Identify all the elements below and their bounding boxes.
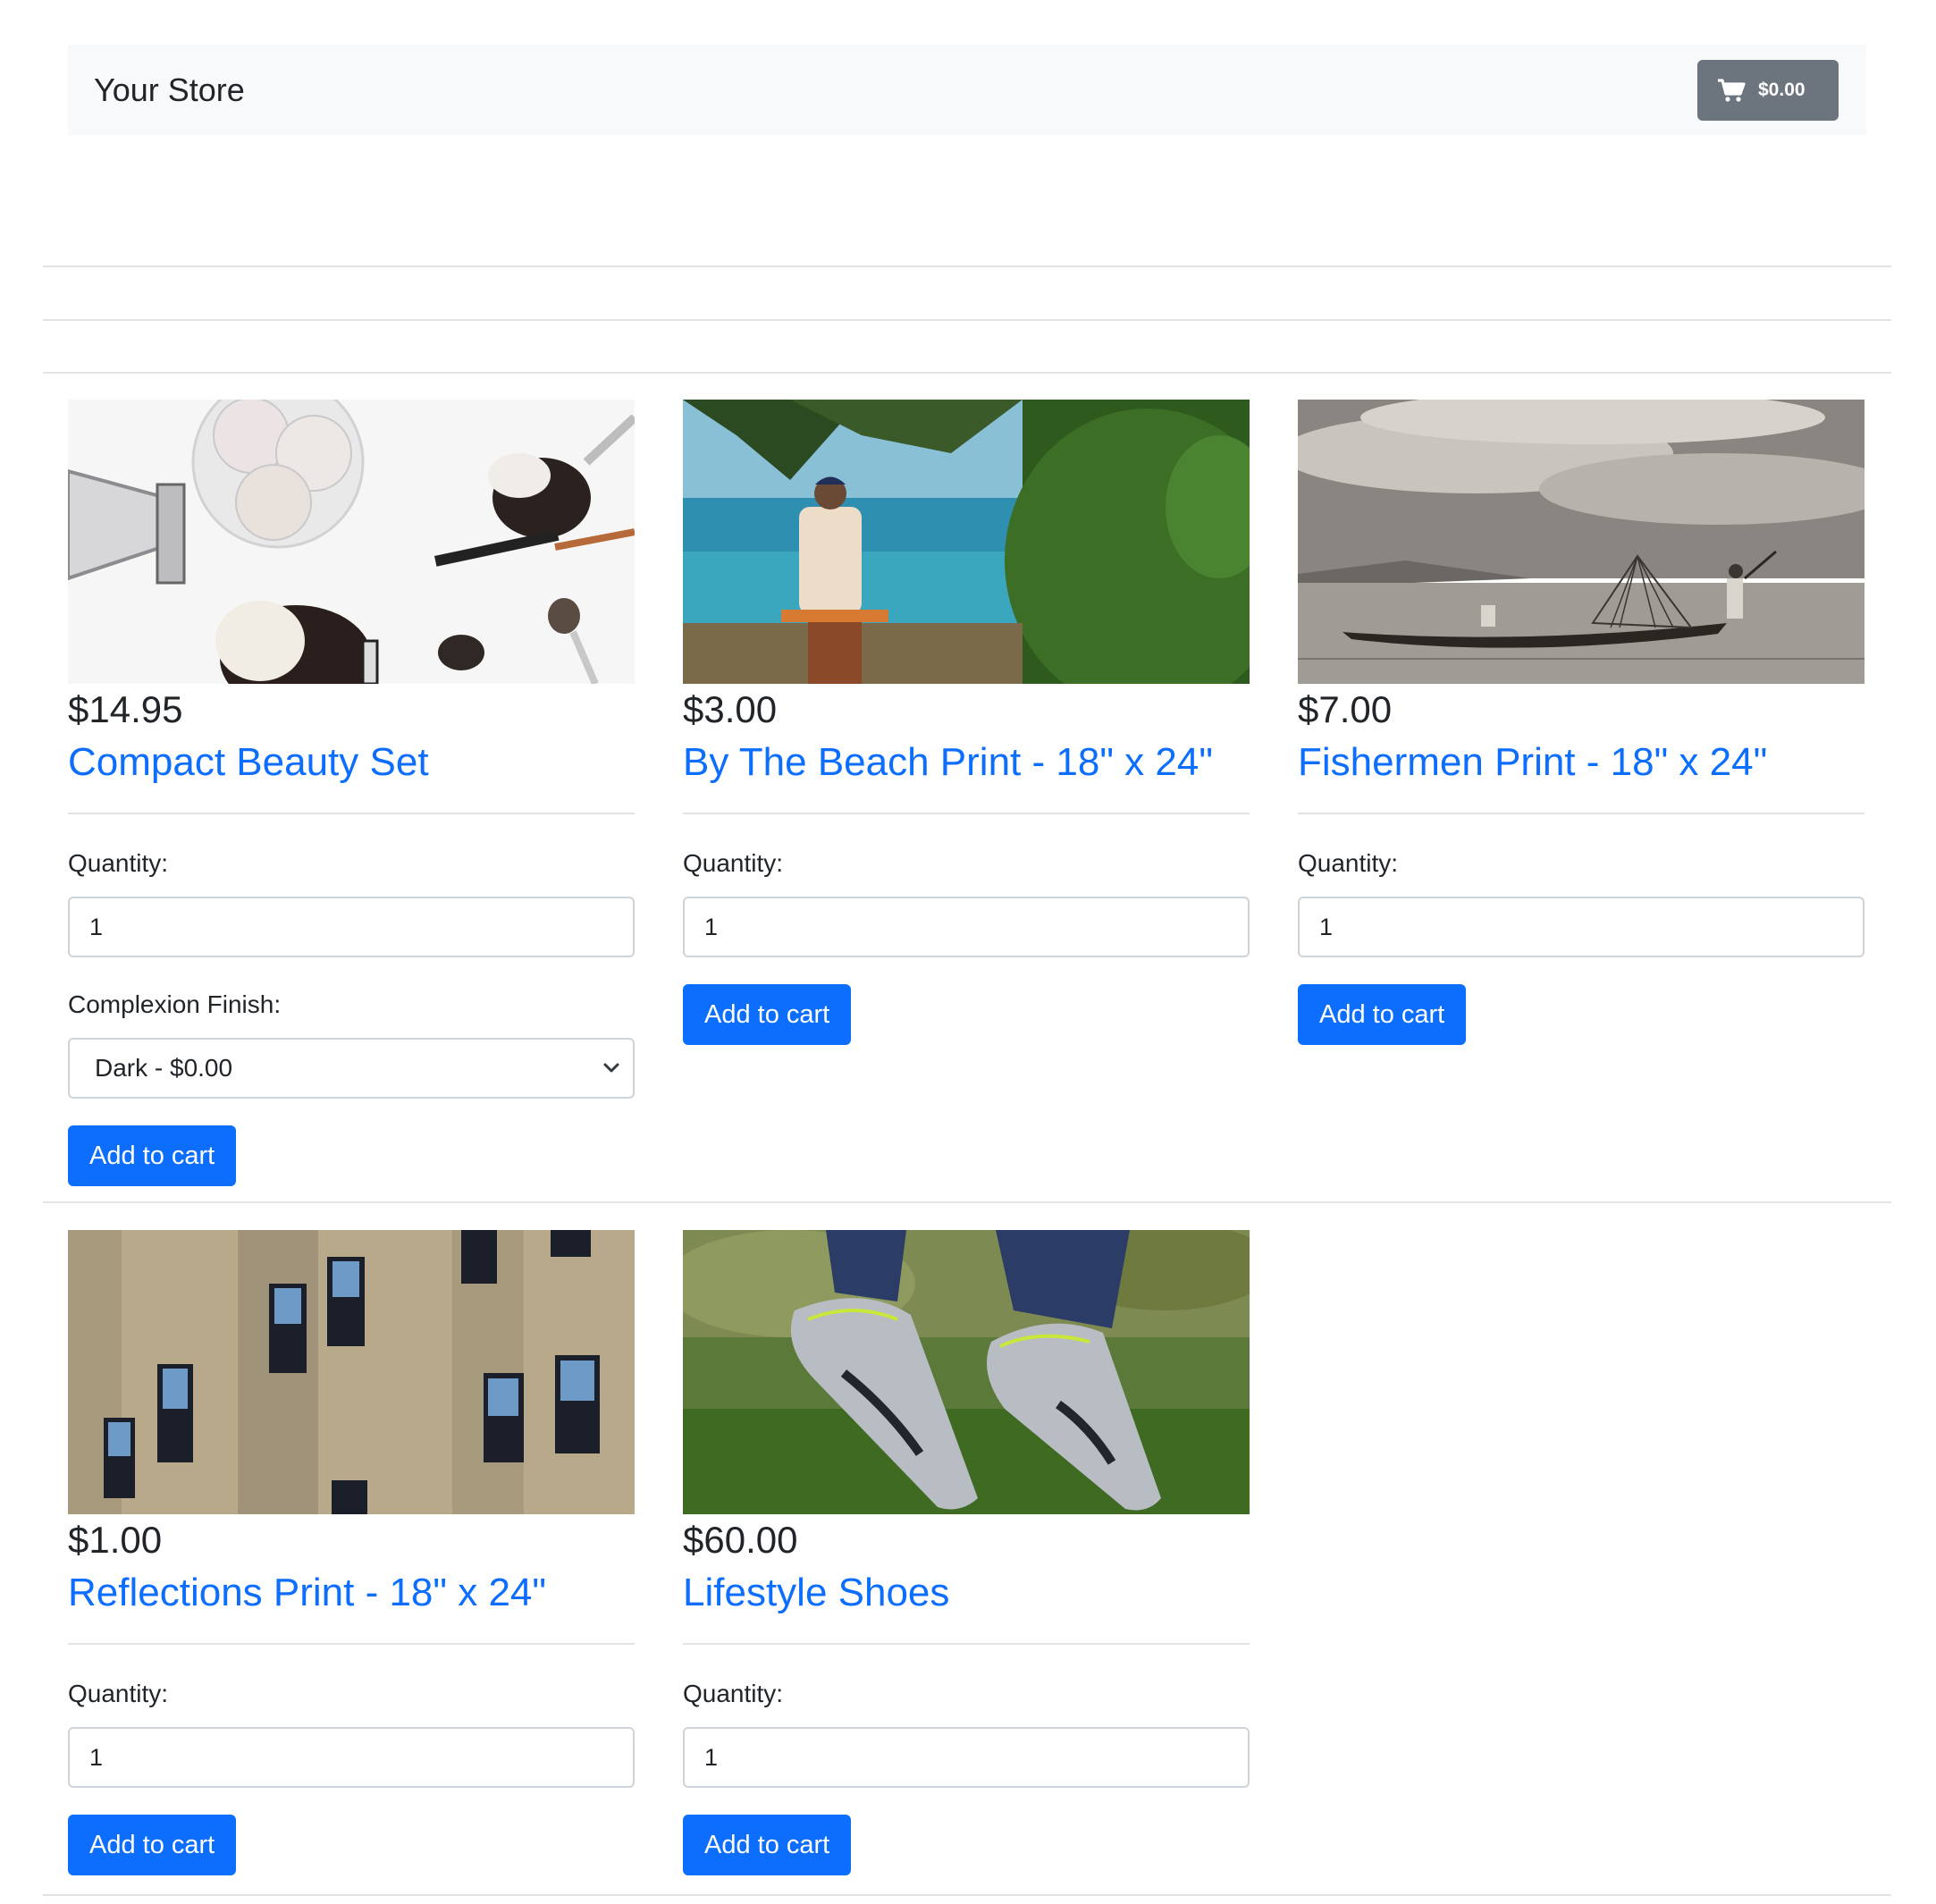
add-to-cart-button[interactable]: Add to cart (683, 984, 852, 1045)
quantity-label: Quantity: (683, 1680, 784, 1707)
product-card: $7.00 Fishermen Print - 18" x 24" Quanti… (1298, 400, 1864, 1045)
card-divider (683, 813, 1250, 814)
product-image[interactable] (1298, 400, 1864, 684)
product-image[interactable] (683, 400, 1250, 684)
divider (43, 265, 1891, 267)
product-price: $1.00 (68, 1519, 163, 1561)
quantity-input[interactable]: 1 (68, 1727, 635, 1788)
quantity-input[interactable]: 1 (68, 897, 635, 957)
product-card: $14.95 Compact Beauty Set Quantity: 1 Co… (68, 400, 635, 1186)
makeup-brushes-image (68, 400, 635, 684)
product-price: $7.00 (1298, 688, 1393, 730)
card-divider (683, 1643, 1250, 1645)
quantity-input[interactable]: 1 (683, 897, 1250, 957)
fishermen-boat-image (1298, 400, 1864, 684)
chevron-down-icon (603, 1063, 619, 1073)
product-title-link[interactable]: Lifestyle Shoes (683, 1568, 1250, 1618)
navbar: Your Store $0.00 (68, 45, 1866, 135)
complexion-finish-label: Complexion Finish: (68, 990, 282, 1018)
product-image[interactable] (683, 1230, 1250, 1514)
quantity-label: Quantity: (1298, 849, 1399, 877)
quantity-label: Quantity: (68, 849, 169, 877)
product-title-link[interactable]: Fishermen Print - 18" x 24" (1298, 737, 1864, 788)
cart-button[interactable]: $0.00 (1697, 60, 1839, 121)
product-title-link[interactable]: By The Beach Print - 18" x 24" (683, 737, 1250, 788)
card-divider (68, 813, 635, 814)
divider (43, 319, 1891, 321)
complexion-finish-select[interactable]: Dark - $0.00 (68, 1038, 635, 1099)
quantity-input[interactable]: 1 (1298, 897, 1864, 957)
product-price: $3.00 (683, 688, 778, 730)
brick-building-windows-image (68, 1230, 635, 1514)
add-to-cart-button[interactable]: Add to cart (68, 1125, 237, 1186)
add-to-cart-button[interactable]: Add to cart (1298, 984, 1467, 1045)
divider (43, 372, 1891, 374)
store-brand[interactable]: Your Store (94, 45, 245, 135)
card-divider (1298, 813, 1864, 814)
product-title-link[interactable]: Reflections Print - 18" x 24" (68, 1568, 635, 1618)
quantity-label: Quantity: (683, 849, 784, 877)
sneakers-on-grass-image (683, 1230, 1250, 1514)
product-price: $14.95 (68, 688, 183, 730)
beach-palm-image (683, 400, 1250, 684)
cart-total: $0.00 (1758, 80, 1806, 100)
product-price: $60.00 (683, 1519, 798, 1561)
product-image[interactable] (68, 400, 635, 684)
product-card: $3.00 By The Beach Print - 18" x 24" Qua… (683, 400, 1250, 1045)
add-to-cart-button[interactable]: Add to cart (68, 1815, 237, 1875)
divider (43, 1201, 1891, 1203)
divider (43, 1894, 1891, 1896)
product-card: $1.00 Reflections Print - 18" x 24" Quan… (68, 1230, 635, 1875)
quantity-input[interactable]: 1 (683, 1727, 1250, 1788)
product-title-link[interactable]: Compact Beauty Set (68, 737, 635, 788)
add-to-cart-button[interactable]: Add to cart (683, 1815, 852, 1875)
product-card: $60.00 Lifestyle Shoes Quantity: 1 Add t… (683, 1230, 1250, 1875)
quantity-label: Quantity: (68, 1680, 169, 1707)
select-value: Dark - $0.00 (95, 1054, 233, 1082)
shopping-cart-icon (1718, 79, 1746, 102)
card-divider (68, 1643, 635, 1645)
product-image[interactable] (68, 1230, 635, 1514)
